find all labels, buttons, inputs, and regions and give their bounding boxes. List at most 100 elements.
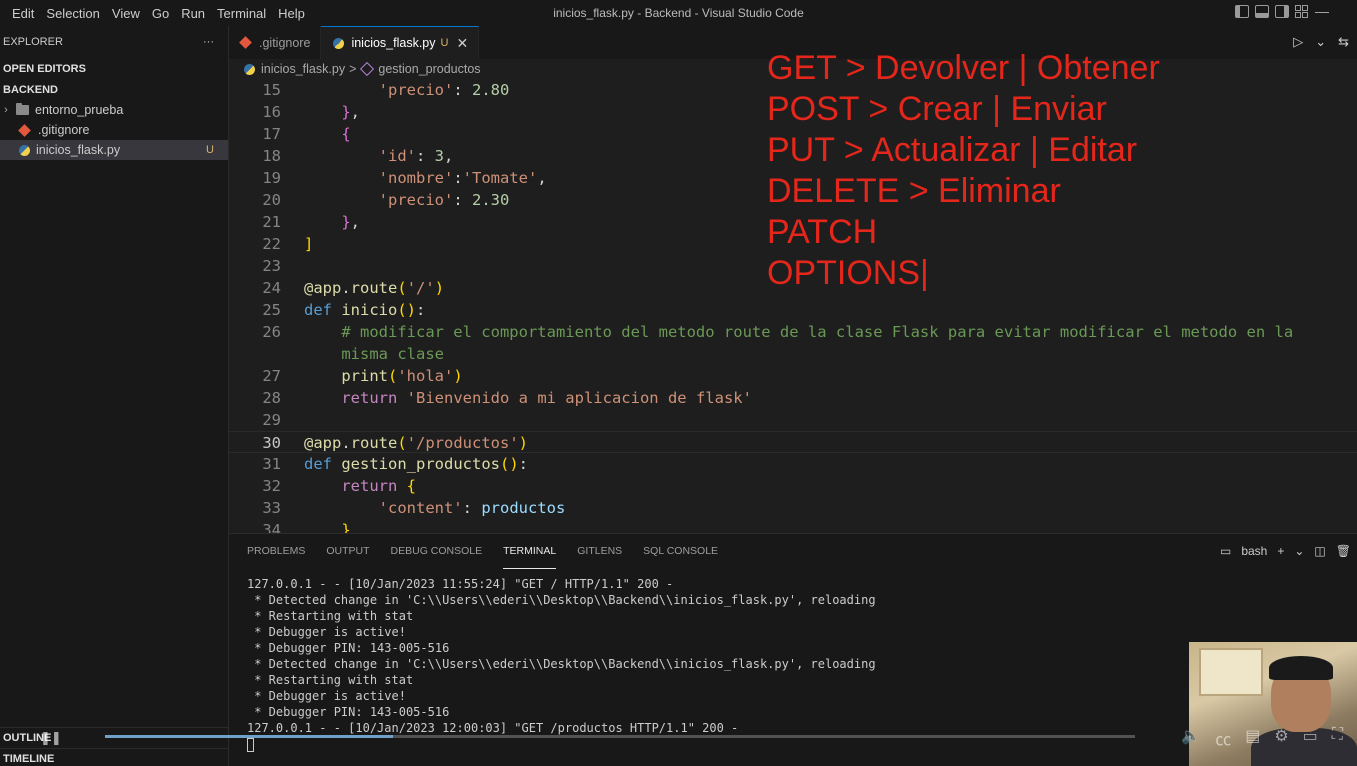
line-text: @app.route('/'): [304, 279, 445, 297]
tab-inicios-flask[interactable]: inicios_flask.py U ✕: [321, 26, 480, 59]
line-number: 20: [262, 191, 281, 209]
code-line: misma clase: [229, 343, 1357, 365]
note-line: DELETE > Eliminar: [767, 172, 1061, 210]
menu-go[interactable]: Go: [146, 6, 175, 21]
line-text: # modificar el comportamiento del metodo…: [341, 323, 1294, 341]
terminal-line: * Detected change in 'C:\\Users\\ederi\\…: [247, 593, 876, 607]
terminal-line: 127.0.0.1 - - [10/Jan/2023 11:55:24] "GE…: [247, 577, 674, 591]
tab-output[interactable]: OUTPUT: [326, 534, 369, 569]
tab-label: inicios_flask.py: [351, 36, 436, 50]
toggle-sidebar-icon[interactable]: [1235, 5, 1249, 18]
webcam-window: [1199, 648, 1263, 696]
tree-item-label: inicios_flask.py: [36, 143, 121, 157]
line-number: 28: [262, 389, 281, 407]
trash-icon[interactable]: 🗑: [1336, 544, 1351, 558]
line-number: 34: [262, 521, 281, 533]
webcam-overlay: [1189, 642, 1357, 766]
explorer-sidebar: EXPLORER ··· OPEN EDITORS BACKEND › ento…: [0, 26, 229, 766]
line-number: 24: [262, 279, 281, 297]
menu-selection[interactable]: Selection: [40, 6, 105, 21]
terminal-icon: ▭: [1219, 544, 1232, 558]
tab-sql-console[interactable]: SQL CONSOLE: [643, 534, 718, 569]
tree-item-inicios-flask[interactable]: inicios_flask.py U: [0, 140, 228, 160]
line-text: 'nombre':'Tomate',: [378, 169, 547, 187]
bottom-panel: PROBLEMS OUTPUT DEBUG CONSOLE TERMINAL G…: [229, 533, 1357, 766]
toggle-secondary-sidebar-icon[interactable]: [1275, 5, 1289, 18]
menu-help[interactable]: Help: [272, 6, 311, 21]
method-icon: [360, 61, 375, 77]
terminal-line: * Detected change in 'C:\\Users\\ederi\\…: [247, 657, 876, 671]
outline-section[interactable]: OUTLINE: [0, 727, 229, 748]
line-text: 'id': 3,: [378, 147, 454, 165]
timeline-section[interactable]: TIMELINE: [0, 748, 229, 766]
terminal-line: * Debugger PIN: 143-005-516: [247, 641, 450, 655]
line-number: 32: [262, 477, 281, 495]
customize-layout-icon[interactable]: [1295, 5, 1309, 18]
line-text: @app.route('/productos'): [304, 434, 529, 452]
line-number: 17: [262, 125, 281, 143]
menu-run[interactable]: Run: [175, 6, 211, 21]
line-number: 27: [262, 367, 281, 385]
line-number: 15: [262, 81, 281, 99]
line-number: 31: [262, 455, 281, 473]
code-line: 26 # modificar el comportamiento del met…: [229, 321, 1357, 343]
terminal-line: * Debugger is active!: [247, 689, 406, 703]
breadcrumb-symbol[interactable]: gestion_productos: [378, 62, 480, 76]
tree-item-entorno-prueba[interactable]: › entorno_prueba: [0, 100, 228, 120]
code-line: 29: [229, 409, 1357, 431]
chevron-right-icon: ›: [4, 104, 8, 116]
terminal-line: * Restarting with stat: [247, 673, 414, 687]
open-editors-section[interactable]: OPEN EDITORS: [0, 58, 228, 79]
tab-gitlens[interactable]: GITLENS: [577, 534, 622, 569]
breadcrumb-file[interactable]: inicios_flask.py: [261, 62, 345, 76]
toggle-panel-icon[interactable]: [1255, 5, 1269, 18]
folder-icon: [16, 103, 29, 115]
line-number: 16: [262, 103, 281, 121]
panel-actions: ▭ bash + ⌄ ◫ 🗑: [1220, 544, 1351, 558]
tab-problems[interactable]: PROBLEMS: [247, 534, 305, 569]
minimize-icon[interactable]: —: [1315, 3, 1329, 19]
python-icon: [333, 37, 345, 49]
menu-bar: Edit Selection View Go Run Terminal Help: [6, 6, 311, 21]
new-terminal-icon[interactable]: +: [1277, 544, 1284, 558]
tab-terminal[interactable]: TERMINAL: [503, 534, 557, 569]
menu-view[interactable]: View: [106, 6, 146, 21]
shell-name[interactable]: bash: [1241, 544, 1267, 558]
line-text: ]: [304, 235, 314, 253]
terminal-line: * Debugger is active!: [247, 625, 406, 639]
compare-changes-icon[interactable]: ⇆: [1338, 34, 1349, 50]
close-icon[interactable]: ✕: [456, 35, 468, 52]
untracked-badge: U: [206, 144, 214, 156]
line-number: 33: [262, 499, 281, 517]
tab-gitignore[interactable]: .gitignore: [229, 26, 322, 59]
git-icon: [239, 36, 252, 49]
split-terminal-icon[interactable]: ◫: [1314, 544, 1325, 558]
tree-item-label: entorno_prueba: [35, 103, 124, 117]
code-line: 32 return {: [229, 475, 1357, 497]
backend-folder-section[interactable]: BACKEND: [0, 79, 228, 100]
git-icon: [18, 123, 31, 137]
terminal-prompt: [247, 736, 876, 752]
note-line: GET > Devolver | Obtener: [767, 49, 1160, 87]
line-number: 18: [262, 147, 281, 165]
tree-item-gitignore[interactable]: .gitignore: [0, 120, 228, 140]
code-line-current: 30 @app.route('/productos'): [229, 431, 1357, 453]
terminal-line: * Debugger PIN: 143-005-516: [247, 705, 450, 719]
presenter-hair: [1269, 656, 1333, 680]
tab-debug-console[interactable]: DEBUG CONSOLE: [391, 534, 483, 569]
line-text: }: [341, 521, 351, 533]
title-bar: Edit Selection View Go Run Terminal Help…: [0, 0, 1357, 26]
line-number: 29: [262, 411, 281, 429]
chevron-down-icon[interactable]: ⌄: [1294, 544, 1304, 558]
terminal-output[interactable]: 127.0.0.1 - - [10/Jan/2023 11:55:24] "GE…: [247, 576, 876, 752]
note-line: POST > Crear | Enviar: [767, 90, 1107, 128]
line-number: 30: [262, 434, 281, 452]
explorer-header: EXPLORER ···: [0, 26, 228, 58]
menu-terminal[interactable]: Terminal: [211, 6, 272, 21]
terminal-cursor: [247, 737, 254, 752]
code-line: 34 }: [229, 519, 1357, 533]
presenter-body: [1251, 728, 1357, 766]
more-actions-icon[interactable]: ···: [203, 36, 214, 48]
menu-edit[interactable]: Edit: [6, 6, 40, 21]
breadcrumb-separator: >: [349, 62, 357, 76]
